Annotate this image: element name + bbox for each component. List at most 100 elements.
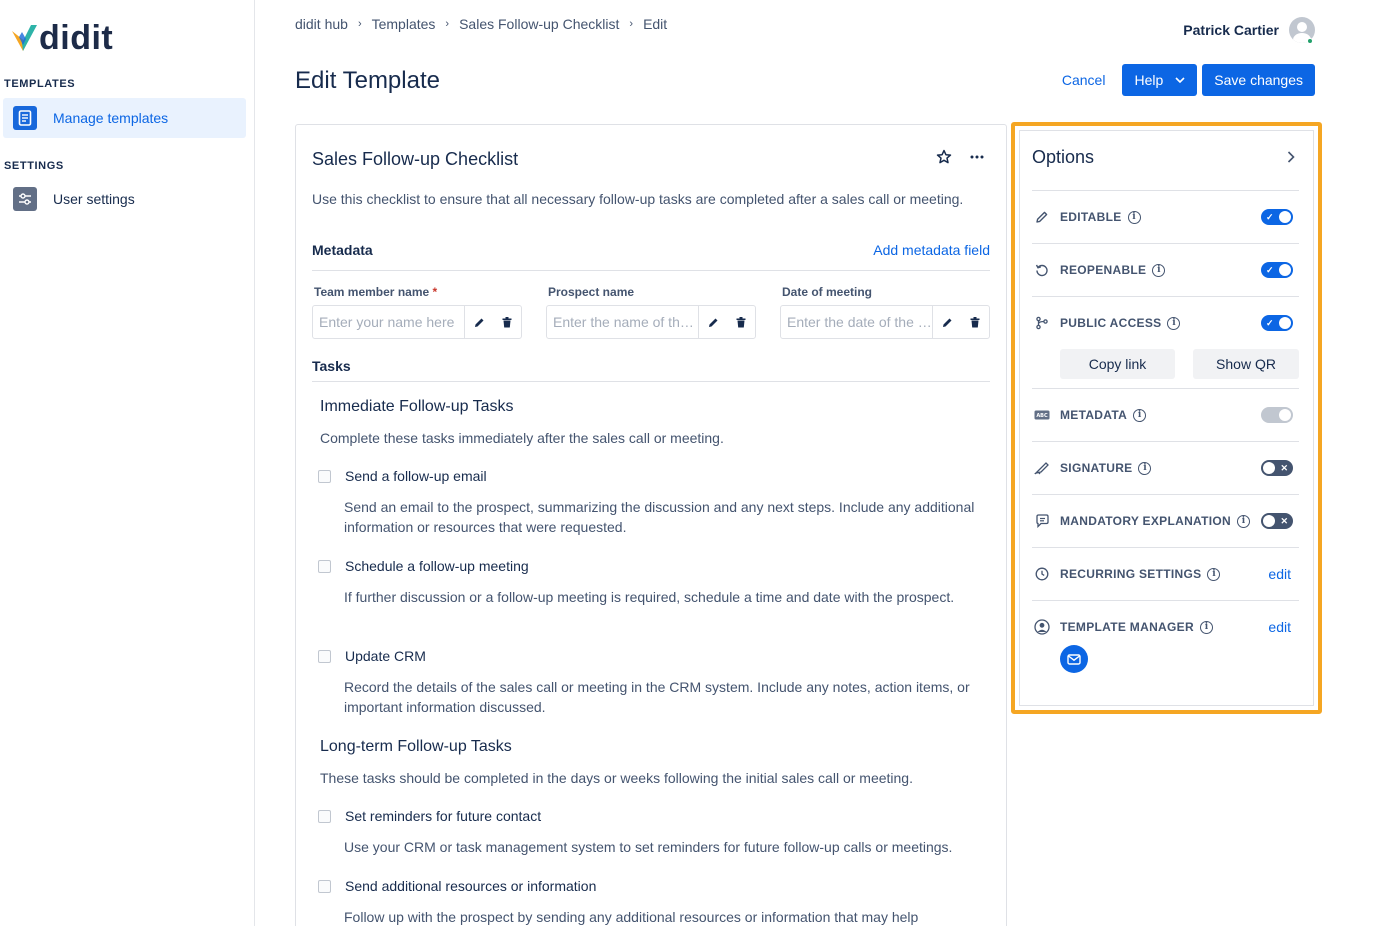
section-settings: SETTINGS [4, 160, 64, 172]
task-checkbox[interactable] [318, 649, 331, 663]
breadcrumb-didit-hub[interactable]: didit hub [295, 16, 348, 32]
didit-logo[interactable]: didit [10, 20, 113, 56]
metadata-field-label: Date of meeting [782, 285, 873, 299]
sidebar-item-manage-templates[interactable]: Manage templates [3, 98, 246, 138]
task-description[interactable]: Send an email to the prospect, summarizi… [344, 497, 984, 537]
mandatory-explanation-toggle[interactable]: ✕ [1261, 513, 1293, 529]
copy-link-button[interactable]: Copy link [1060, 349, 1175, 379]
task-item[interactable]: Update CRM [318, 648, 426, 664]
header-actions: Cancel Help Save changes [1050, 64, 1315, 96]
metadata-input[interactable]: Enter the name of the prospect [547, 306, 699, 338]
options-panel: Options EDITABLE i ✓ REOPENABLE i ✓ PUBL… [1019, 130, 1314, 706]
task-name[interactable]: Send a follow-up email [345, 468, 487, 484]
cancel-button[interactable]: Cancel [1050, 64, 1118, 96]
breadcrumb-template[interactable]: Sales Follow-up Checklist [459, 16, 619, 32]
section-templates: TEMPLATES [4, 78, 76, 90]
task-group-description[interactable]: Complete these tasks immediately after t… [320, 430, 724, 446]
help-label: Help [1134, 72, 1164, 88]
trash-icon[interactable] [493, 306, 521, 338]
metadata-field-label: Team member name * [314, 285, 438, 299]
breadcrumb-templates[interactable]: Templates [372, 16, 436, 32]
metadata-input[interactable]: Enter the date of the meeting [781, 306, 933, 338]
info-icon[interactable]: i [1199, 620, 1213, 634]
pencil-icon[interactable] [465, 306, 493, 338]
task-description[interactable]: Record the details of the sales call or … [344, 677, 984, 717]
trash-icon[interactable] [961, 306, 989, 338]
info-icon[interactable]: i [1167, 316, 1181, 330]
task-description[interactable]: Use your CRM or task management system t… [344, 837, 984, 857]
sidebar-item-label: User settings [53, 191, 135, 207]
template-doc-icon [13, 106, 37, 130]
save-changes-button[interactable]: Save changes [1202, 64, 1315, 96]
task-name[interactable]: Send additional resources or information [345, 878, 596, 894]
option-label: TEMPLATE MANAGER [1060, 620, 1194, 634]
info-icon[interactable]: i [1207, 567, 1221, 581]
add-metadata-field-link[interactable]: Add metadata field [873, 242, 990, 270]
option-signature: SIGNATURE i ✕ [1032, 441, 1299, 494]
recurring-edit-link[interactable]: edit [1268, 566, 1291, 582]
signature-pen-icon [1032, 458, 1052, 478]
reopenable-toggle[interactable]: ✓ [1261, 262, 1293, 278]
sidebar-item-user-settings[interactable]: User settings [3, 179, 246, 219]
chevron-right-icon: › [357, 18, 362, 30]
task-description[interactable]: If further discussion or a follow-up mee… [344, 587, 984, 607]
pencil-icon[interactable] [699, 306, 727, 338]
task-description[interactable]: Follow up with the prospect by sending a… [344, 907, 984, 926]
task-name[interactable]: Schedule a follow-up meeting [345, 558, 529, 574]
sidebar: didit TEMPLATES Manage templates SETTING… [0, 0, 255, 926]
info-icon[interactable]: i [1152, 263, 1166, 277]
option-label: REOPENABLE [1060, 263, 1147, 277]
pencil-icon[interactable] [933, 306, 961, 338]
tasks-header: Tasks [312, 357, 990, 382]
metadata-toggle[interactable] [1261, 407, 1293, 423]
breadcrumb: didit hub › Templates › Sales Follow-up … [295, 16, 667, 32]
logo-v-icon [12, 25, 37, 51]
reopen-icon [1032, 260, 1052, 280]
task-item[interactable]: Set reminders for future contact [318, 808, 541, 824]
comment-icon [1032, 511, 1052, 531]
signature-toggle[interactable]: ✕ [1261, 460, 1293, 476]
help-button[interactable]: Help [1122, 64, 1198, 96]
template-manager-edit-link[interactable]: edit [1268, 619, 1291, 635]
template-name[interactable]: Sales Follow-up Checklist [312, 149, 518, 170]
task-name[interactable]: Update CRM [345, 648, 426, 664]
options-title: Options [1032, 147, 1095, 167]
task-checkbox[interactable] [318, 559, 331, 573]
task-item[interactable]: Send additional resources or information [318, 878, 596, 894]
task-group-title[interactable]: Long-term Follow-up Tasks [320, 738, 512, 756]
template-description[interactable]: Use this checklist to ensure that all ne… [312, 189, 992, 209]
show-qr-button[interactable]: Show QR [1193, 349, 1299, 379]
share-link-icon [1032, 313, 1052, 333]
task-item[interactable]: Schedule a follow-up meeting [318, 558, 529, 574]
user-menu[interactable]: Patrick Cartier [1183, 17, 1315, 43]
info-icon[interactable]: i [1138, 461, 1152, 475]
public-access-toggle[interactable]: ✓ [1261, 315, 1293, 331]
trash-icon[interactable] [727, 306, 755, 338]
breadcrumb-edit: Edit [643, 16, 668, 32]
chevron-right-icon[interactable] [1287, 151, 1295, 163]
manager-email-badge[interactable] [1060, 645, 1088, 673]
option-label: EDITABLE [1060, 210, 1122, 224]
task-group-description[interactable]: These tasks should be completed in the d… [320, 770, 913, 786]
metadata-field: Team member name * Enter your name here [312, 285, 522, 339]
star-icon[interactable] [936, 149, 952, 165]
task-name[interactable]: Set reminders for future contact [345, 808, 541, 824]
more-options-icon[interactable] [970, 155, 984, 159]
option-editable: EDITABLE i ✓ [1032, 190, 1299, 243]
info-icon[interactable]: i [1236, 514, 1250, 528]
task-checkbox[interactable] [318, 469, 331, 483]
metadata-input[interactable]: Enter your name here [313, 306, 465, 338]
option-reopenable: REOPENABLE i ✓ [1032, 243, 1299, 296]
chevron-right-icon: › [629, 18, 634, 30]
envelope-icon [1067, 653, 1081, 665]
task-group-title[interactable]: Immediate Follow-up Tasks [320, 398, 514, 416]
task-item[interactable]: Send a follow-up email [318, 468, 487, 484]
editable-toggle[interactable]: ✓ [1261, 209, 1293, 225]
info-icon[interactable]: i [1127, 210, 1141, 224]
page-title: Edit Template [295, 67, 440, 94]
user-name: Patrick Cartier [1183, 22, 1279, 38]
info-icon[interactable]: i [1133, 408, 1147, 422]
option-mandatory-explanation: MANDATORY EXPLANATION i ✕ [1032, 494, 1299, 547]
task-checkbox[interactable] [318, 809, 331, 823]
task-checkbox[interactable] [318, 879, 331, 893]
